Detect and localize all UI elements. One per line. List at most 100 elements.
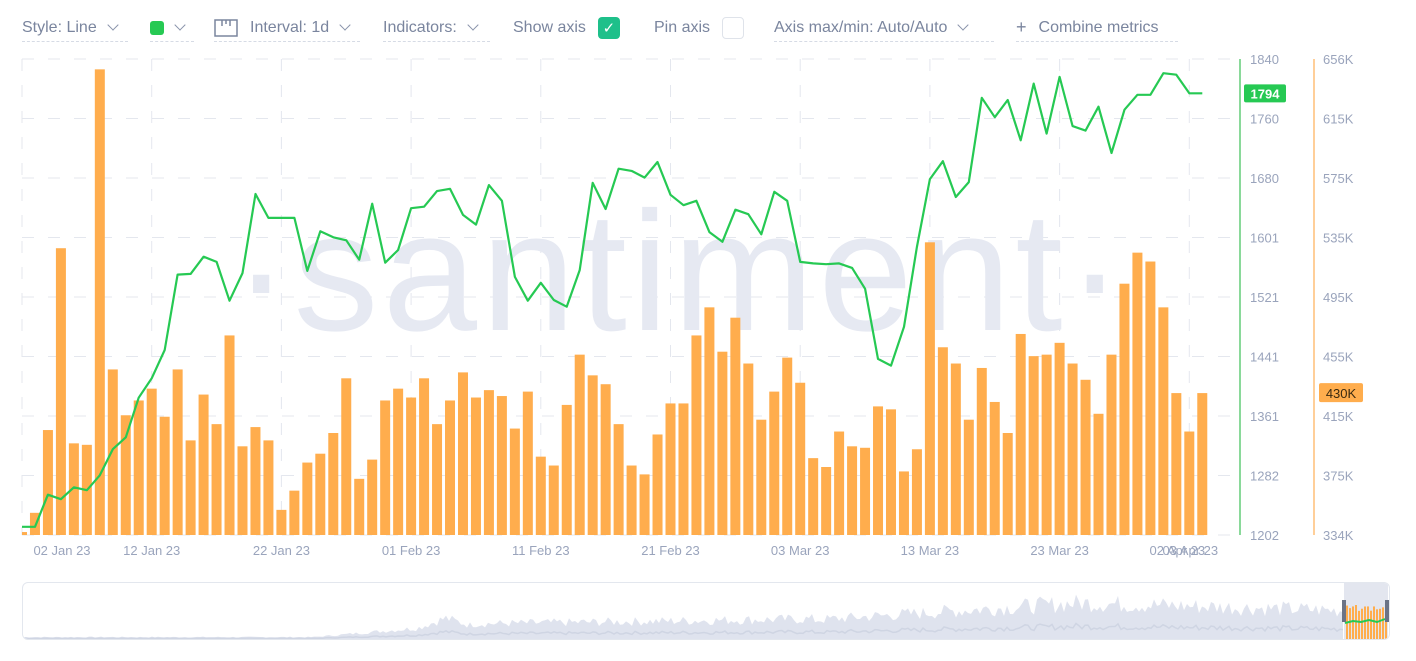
volume-bar <box>587 375 598 535</box>
range-navigator[interactable] <box>22 582 1390 640</box>
navigator-selected-bar <box>1358 610 1360 639</box>
volume-bar <box>989 401 1000 535</box>
navigator-selected-bar <box>1379 608 1381 639</box>
date-axis-tick: 13 Mar 23 <box>901 543 960 558</box>
volume-bar <box>808 458 819 535</box>
volume-bar <box>522 391 533 535</box>
navigator-selected-bar <box>1361 608 1363 639</box>
volume-axis-labels: 656K 615K 575K 535K 495K 455K 415K 375K 334K <box>1323 52 1354 543</box>
volume-bar <box>950 363 961 535</box>
volume-bar <box>211 424 222 535</box>
volume-bar <box>406 397 417 535</box>
price-axis-tick: 1521 <box>1250 290 1279 305</box>
volume-bar <box>198 394 209 535</box>
volume-bar <box>315 453 326 535</box>
volume-bar <box>289 490 300 535</box>
volume-bar <box>1041 354 1052 535</box>
volume-bar <box>704 307 715 535</box>
navigator-selected-bar <box>1370 610 1372 639</box>
navigator-selected-bar <box>1376 609 1378 639</box>
volume-bar <box>146 388 157 535</box>
volume-bar <box>159 416 170 535</box>
volume-axis-tick: 375K <box>1323 469 1354 484</box>
volume-bar <box>55 248 66 535</box>
volume-bar <box>185 440 196 535</box>
volume-bar <box>626 465 637 535</box>
volume-axis-tick: 334K <box>1323 528 1354 543</box>
volume-bar <box>937 347 948 535</box>
volume-bar <box>782 357 793 535</box>
volume-bar <box>509 428 520 535</box>
volume-bar <box>380 400 391 535</box>
volume-axis-tick: 455K <box>1323 350 1354 365</box>
navigator-selected-bar <box>1382 607 1384 639</box>
date-axis-tick: 21 Feb 23 <box>641 543 700 558</box>
volume-bar <box>613 424 624 535</box>
price-axis-tick: 1361 <box>1250 409 1279 424</box>
volume-bar <box>250 427 261 535</box>
volume-bar <box>354 478 365 535</box>
volume-bar <box>341 378 352 535</box>
navigator-right-handle[interactable] <box>1385 600 1389 622</box>
volume-bar <box>911 449 922 535</box>
navigator-selected-bar <box>1364 606 1366 639</box>
volume-bar <box>976 367 987 535</box>
price-axis-tick: 1601 <box>1250 231 1279 246</box>
volume-bar <box>483 390 494 535</box>
date-axis-labels: 02 Jan 23 12 Jan 23 22 Jan 23 01 Feb 23 11 F… <box>33 543 1218 558</box>
volume-bar <box>172 369 183 535</box>
volume-bar <box>237 446 248 535</box>
navigator-selected-bar <box>1355 605 1357 639</box>
volume-bar <box>548 465 559 535</box>
price-last-value-badge: 1794 <box>1244 84 1286 103</box>
volume-bar <box>574 354 585 535</box>
volume-bar <box>1132 252 1143 536</box>
volume-bar <box>276 509 287 535</box>
volume-bar <box>756 419 767 535</box>
date-axis-tick: 12 Jan 23 <box>123 543 180 558</box>
volume-bar <box>963 419 974 535</box>
volume-bar <box>1015 333 1026 535</box>
date-axis-tick: 02 Jan 23 <box>33 543 90 558</box>
volume-bar <box>885 409 896 535</box>
volume-bar <box>1158 307 1169 535</box>
volume-bar <box>821 467 832 535</box>
volume-bar <box>1171 393 1182 535</box>
volume-bar <box>795 382 806 535</box>
navigator-left-handle[interactable] <box>1342 600 1346 622</box>
volume-bar <box>678 403 689 535</box>
volume-last-value: 430K <box>1326 386 1357 401</box>
volume-axis-tick: 415K <box>1323 409 1354 424</box>
volume-bar <box>42 430 53 535</box>
date-axis-tick: 11 Feb 23 <box>512 543 570 558</box>
navigator-selected-bar <box>1373 606 1375 639</box>
volume-bar <box>457 372 468 535</box>
price-axis-tick: 1840 <box>1250 52 1279 67</box>
volume-axis-tick: 615K <box>1323 112 1354 127</box>
volume-bar <box>107 369 118 535</box>
volume-bar <box>600 384 611 535</box>
date-axis-tick: 03 Mar 23 <box>771 543 830 558</box>
volume-bar <box>470 397 481 535</box>
navigator-volume-area <box>23 594 1343 639</box>
volume-axis-tick: 575K <box>1323 171 1354 186</box>
volume-bar <box>133 400 144 535</box>
volume-bar <box>1054 342 1065 535</box>
volume-bar <box>924 242 935 535</box>
price-volume-chart[interactable]: ·santiment· 1840 1760 1680 1601 1521 1441 1361… <box>0 0 1416 575</box>
volume-bar <box>730 317 741 535</box>
navigator-selected-bar <box>1367 606 1369 639</box>
price-axis-tick: 1441 <box>1250 350 1279 365</box>
volume-bar <box>717 351 728 535</box>
volume-bar <box>743 363 754 535</box>
volume-bar <box>860 447 871 535</box>
price-axis-tick: 1202 <box>1250 528 1279 543</box>
volume-bar <box>263 440 274 535</box>
volume-bar <box>1067 363 1078 535</box>
volume-bar <box>445 400 456 535</box>
volume-bar <box>561 404 572 535</box>
volume-bar <box>535 456 546 535</box>
date-axis-tick: 22 Jan 23 <box>253 543 310 558</box>
volume-bar <box>1197 393 1208 535</box>
volume-bar <box>1119 283 1130 535</box>
